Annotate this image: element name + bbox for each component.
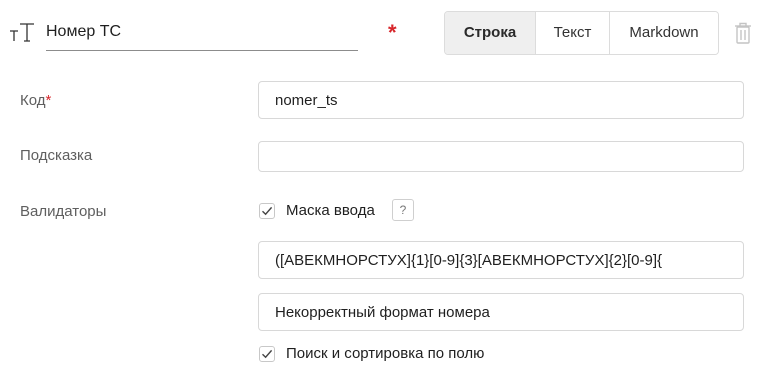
field-title-input[interactable] (46, 14, 358, 51)
field-type-segmented-control: Строка Текст Markdown (444, 11, 719, 55)
code-label: Код* (20, 92, 52, 109)
mask-checkbox[interactable] (259, 203, 275, 219)
required-indicator: * (388, 20, 397, 45)
error-message-input[interactable] (258, 293, 744, 331)
mask-pattern-input[interactable] (258, 241, 744, 279)
code-required-mark: * (45, 92, 52, 109)
segment-markdown[interactable]: Markdown (609, 12, 718, 54)
segment-text[interactable]: Текст (535, 12, 609, 54)
segment-string[interactable]: Строка (445, 12, 535, 54)
trash-icon[interactable] (733, 21, 753, 45)
search-sort-checkbox-label: Поиск и сортировка по полю (286, 345, 485, 362)
question-icon[interactable]: ? (392, 199, 414, 221)
mask-checkbox-label: Маска ввода (286, 202, 375, 219)
code-input[interactable] (258, 81, 744, 119)
hint-label: Подсказка (20, 147, 93, 164)
validators-label: Валидаторы (20, 203, 107, 220)
hint-input[interactable] (258, 141, 744, 172)
search-sort-checkbox[interactable] (259, 346, 275, 362)
text-type-icon (8, 20, 38, 44)
